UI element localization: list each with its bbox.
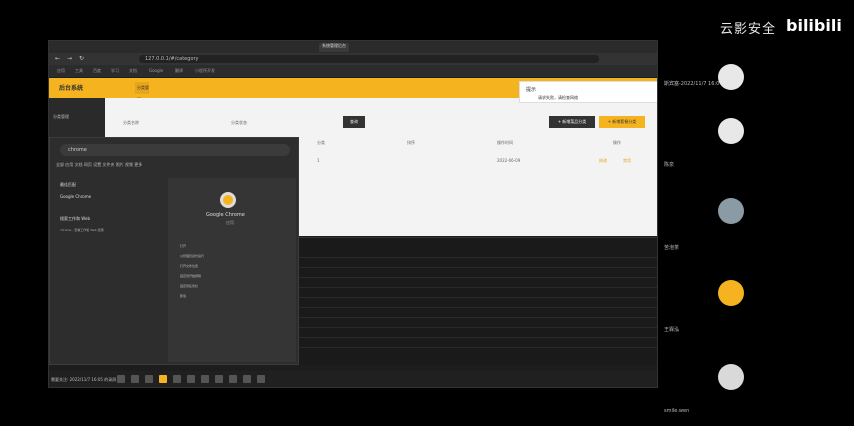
table-header: 排序 [407, 140, 415, 145]
search-tabs: 全部 应用 文档 网页 设置 文件夹 照片 视频 更多 [56, 162, 142, 168]
web-result-item[interactable]: chrome - 查看工作和 Web 结果 [60, 228, 104, 232]
filter-label: 分类状态 [231, 120, 247, 125]
add-dish-category-button[interactable]: + 新增菜品分类 [549, 116, 595, 128]
tab-category[interactable]: 分类管理 [135, 82, 149, 102]
bookmark-item[interactable]: 工具 [75, 68, 83, 74]
best-match-item[interactable]: Google Chrome [60, 194, 91, 199]
add-setmeal-category-button[interactable]: + 新增套餐分类 [599, 116, 645, 128]
filter-label: 分类名称 [123, 120, 139, 125]
search-tab[interactable]: 更多 [134, 162, 142, 167]
bookmark-item[interactable]: 小程序开发 [195, 68, 215, 74]
search-tab[interactable]: 应用 [65, 162, 73, 167]
participant-avatar[interactable] [718, 198, 744, 224]
bookmark-item[interactable]: Google [149, 68, 163, 73]
table-cell: 2022-06-09 [497, 158, 521, 163]
bookmark-item[interactable]: 翻译 [175, 68, 183, 74]
app-preview-type: 应用 [226, 220, 234, 225]
search-tab[interactable]: 网页 [84, 162, 92, 167]
taskbar-app-icon[interactable] [173, 375, 181, 383]
devtools-row [299, 260, 657, 268]
table-cell: 1 [317, 158, 320, 163]
app-logo: 后台系统 [59, 85, 84, 92]
participant-avatar[interactable] [718, 364, 744, 390]
best-match-title: 最佳匹配 [60, 182, 76, 187]
bookmarks-bar: 应用 工具 百度 学习 文档 Google 翻译 小程序开发 [49, 65, 657, 77]
action-uninstall[interactable]: 卸载 [180, 294, 186, 298]
back-icon[interactable]: ← [55, 55, 60, 62]
watermark-text: 云影安全 [720, 22, 777, 37]
devtools-row [299, 290, 657, 298]
participant-name: smile.wen [664, 408, 690, 414]
table-header: 操作时间 [497, 140, 513, 145]
query-button[interactable]: 查询 [343, 116, 365, 128]
taskbar-app-icon[interactable] [159, 375, 167, 383]
devtools-row [299, 330, 657, 338]
address-bar-area: ← → ↻ 127.0.0.1/#/category [49, 53, 657, 65]
participant-name: 苦泡茶 [664, 245, 680, 251]
bilibili-logo: bilibili [786, 16, 842, 35]
edit-link[interactable]: 修改 [599, 158, 607, 164]
action-open-location[interactable]: 打开文件位置 [180, 264, 198, 268]
participant-avatar[interactable] [718, 64, 744, 90]
taskbar-app-icon[interactable] [243, 375, 251, 383]
browser-tab-bar: 系统管理后台 [49, 41, 657, 53]
search-results: 最佳匹配 Google Chrome 搜索工作和 Web chrome - 查看… [56, 178, 166, 362]
taskbar-status: 需要关注: 2022/11/7 16:05 的录屏 [51, 377, 117, 382]
chrome-icon [220, 192, 236, 208]
bookmark-item[interactable]: 百度 [93, 68, 101, 74]
devtools-row [299, 340, 657, 348]
devtools-row [299, 300, 657, 308]
taskbar-app-icon[interactable] [131, 375, 139, 383]
bookmark-item[interactable]: 应用 [57, 68, 65, 74]
devtools-panel [299, 237, 657, 365]
participant-name: 王霖泓 [664, 327, 680, 333]
taskbar-app-icon[interactable] [215, 375, 223, 383]
action-pin-taskbar[interactable]: 固定到任务栏 [180, 284, 198, 288]
disable-link[interactable]: 禁用 [623, 158, 631, 164]
taskbar-app-icon[interactable] [117, 375, 125, 383]
search-input[interactable]: chrome [60, 144, 290, 156]
windows-search-panel: chrome 全部 应用 文档 网页 设置 文件夹 照片 视频 更多 最佳匹配 … [49, 137, 299, 365]
url-input[interactable]: 127.0.0.1/#/category [139, 55, 599, 63]
search-tab[interactable]: 设置 [93, 162, 101, 167]
browser-tab-active[interactable]: 系统管理后台 [319, 43, 349, 52]
table-header: 分类 [317, 140, 325, 145]
action-open[interactable]: 打开 [180, 244, 186, 248]
taskbar-app-icon[interactable] [257, 375, 265, 383]
sidebar-item-category[interactable]: 分类管理 [53, 114, 69, 120]
search-tab[interactable]: 照片 [116, 162, 124, 167]
notification-title: 提示 [526, 87, 537, 93]
taskbar-app-icon[interactable] [187, 375, 195, 383]
taskbar-app-icon[interactable] [145, 375, 153, 383]
action-pin-start[interactable]: 固定到开始屏幕 [180, 274, 201, 278]
participant-name: 陈泉 [664, 162, 675, 168]
devtools-row [299, 250, 657, 258]
app-preview: Google Chrome 应用 打开 以管理员身份运行 打开文件位置 固定到开… [168, 178, 296, 362]
devtools-row [299, 270, 657, 278]
participant-avatar[interactable] [718, 118, 744, 144]
bookmark-item[interactable]: 学习 [111, 68, 119, 74]
bookmark-item[interactable]: 文档 [129, 68, 137, 74]
taskbar-app-icon[interactable] [229, 375, 237, 383]
action-run-admin[interactable]: 以管理员身份运行 [180, 254, 204, 258]
search-tab[interactable]: 文件夹 [102, 162, 114, 167]
search-tab[interactable]: 视频 [125, 162, 133, 167]
devtools-row [299, 280, 657, 288]
table-header: 操作 [613, 140, 621, 145]
app-preview-name: Google Chrome [206, 212, 245, 218]
notification-toast: 提示 请求失败，请检查网络 [519, 81, 657, 103]
web-title: 搜索工作和 Web [60, 216, 90, 221]
notification-message: 请求失败，请检查网络 [538, 95, 578, 100]
devtools-row [299, 310, 657, 318]
search-tab[interactable]: 全部 [56, 162, 64, 167]
forward-icon[interactable]: → [67, 55, 72, 62]
participant-avatar[interactable] [718, 280, 744, 306]
devtools-row [299, 320, 657, 328]
windows-taskbar: 需要关注: 2022/11/7 16:05 的录屏 [49, 371, 657, 387]
taskbar-app-icon[interactable] [201, 375, 209, 383]
shared-screen: 系统管理后台 ← → ↻ 127.0.0.1/#/category 应用 工具 … [48, 40, 658, 388]
search-tab[interactable]: 文档 [75, 162, 83, 167]
participant-name: 斯宾塞-2022/11/7 16:0 [664, 81, 720, 87]
reload-icon[interactable]: ↻ [79, 55, 84, 62]
